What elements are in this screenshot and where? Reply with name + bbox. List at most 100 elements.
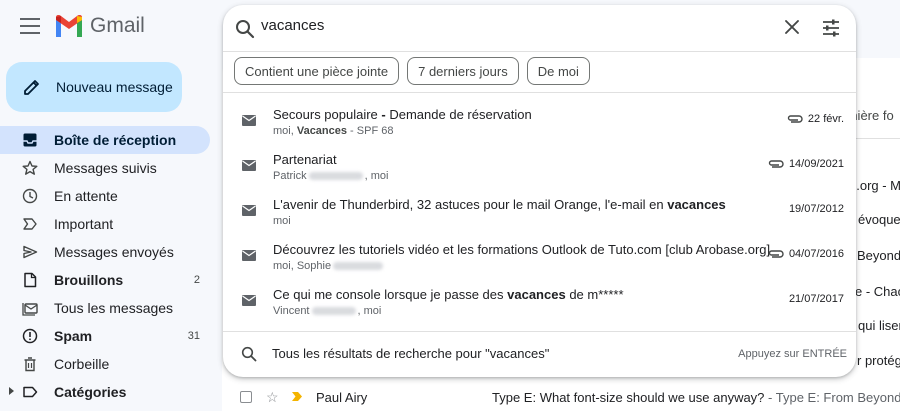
mail-subject-text: Type E: What font-size should we use any…	[492, 389, 765, 405]
sidebar-item-important[interactable]: Important	[0, 210, 210, 238]
result-date: 14/09/2021	[768, 158, 844, 170]
compose-button[interactable]: Nouveau message	[6, 62, 182, 112]
result-date-text: 21/07/2017	[788, 293, 844, 305]
search-result[interactable]: Partenariat Patrick , moi 14/09/2021	[223, 140, 856, 185]
result-participants-text: moi,	[273, 125, 297, 137]
send-icon	[22, 244, 38, 260]
result-title: Découvrez les tutoriels vidéo et les for…	[273, 242, 770, 257]
result-date: 22 févr.	[787, 113, 844, 125]
search-input[interactable]	[261, 17, 761, 34]
result-participants-text: , moi	[364, 170, 389, 182]
result-title: L'avenir de Thunderbird, 32 astuces pour…	[273, 197, 726, 212]
chip-last-7-days[interactable]: 7 derniers jours	[407, 57, 519, 85]
result-date: 04/07/2016	[768, 248, 844, 260]
sidebar-item-sent[interactable]: Messages envoyés	[0, 238, 210, 266]
result-participants-text: moi	[273, 215, 291, 227]
sidebar-item-label: Catégories	[54, 384, 127, 400]
chip-has-attachment[interactable]: Contient une pièce jointe	[234, 57, 400, 85]
mail-icon	[242, 250, 256, 261]
result-date-text: 19/07/2012	[788, 203, 844, 215]
sidebar-item-count: 2	[193, 274, 200, 286]
sidebar-item-trash[interactable]: Corbeille	[0, 350, 210, 378]
spam-icon	[22, 328, 38, 344]
result-participants-highlight: Vacances	[296, 125, 347, 137]
result-title-text: L'avenir de Thunderbird, 32 astuces pour…	[273, 197, 668, 212]
label-icon	[22, 384, 38, 400]
result-title-text: Partenariat	[273, 152, 337, 167]
mail-snippet: évoque	[858, 212, 900, 227]
result-date-text: 14/09/2021	[788, 158, 844, 170]
search-result[interactable]: L'avenir de Thunderbird, 32 astuces pour…	[223, 185, 856, 230]
mail-snippet: e - Chac	[855, 284, 900, 299]
sidebar-item-label: Brouillons	[54, 272, 124, 288]
sidebar-item-snoozed[interactable]: En attente	[0, 182, 210, 210]
result-participants: moi, Sophie	[273, 260, 385, 272]
mail-snippet: qui liser	[858, 318, 900, 333]
result-participants-text: - SPF 68	[347, 125, 394, 137]
mail-row[interactable]: ☆ Paul Airy Type E: What font-size shoul…	[222, 383, 900, 411]
sidebar-item-label: Spam	[54, 328, 93, 344]
clear-search-icon[interactable]	[783, 18, 801, 36]
select-checkbox[interactable]	[240, 391, 252, 403]
main-menu-button[interactable]	[20, 18, 40, 34]
trash-icon	[22, 356, 38, 372]
sidebar-item-count: 31	[187, 330, 200, 342]
sidebar-item-spam[interactable]: Spam 31	[0, 322, 210, 350]
sidebar-item-drafts[interactable]: Brouillons 2	[0, 266, 210, 294]
result-date: 19/07/2012	[789, 203, 844, 215]
important-marker-icon[interactable]	[292, 392, 302, 401]
result-title-highlight: vacances	[507, 287, 566, 302]
attachment-icon	[768, 250, 784, 258]
result-participants-text: moi, Sophie	[273, 260, 332, 272]
mail-snippet: e.org - M	[849, 178, 900, 193]
mail-subject: Type E: What font-size should we use any…	[492, 390, 900, 405]
result-title-text: Découvrez les tutoriels vidéo et les for…	[273, 242, 771, 257]
expand-caret-icon[interactable]	[9, 387, 14, 395]
sidebar-item-label: Important	[54, 216, 114, 232]
mail-snippet: Beyond	[857, 248, 900, 263]
result-title: Partenariat	[273, 152, 337, 167]
sidebar-item-all-mail[interactable]: Tous les messages	[0, 294, 210, 322]
divider	[223, 51, 856, 52]
result-date-text: 22 févr.	[807, 113, 844, 125]
search-result[interactable]: Découvrez les tutoriels vidéo et les for…	[223, 230, 856, 275]
result-title: Secours populaire - Demande de réservati…	[273, 107, 532, 122]
star-icon	[22, 160, 38, 176]
gmail-m-icon	[56, 14, 82, 37]
search-icon[interactable]	[235, 19, 255, 39]
redacted-text	[333, 262, 384, 271]
sidebar-item-label: En attente	[54, 188, 118, 204]
sidebar-item-categories[interactable]: Catégories	[0, 378, 210, 406]
attachment-icon	[768, 160, 784, 168]
gmail-logo[interactable]: Gmail	[54, 14, 145, 38]
search-bar	[223, 5, 856, 51]
search-results: Secours populaire - Demande de réservati…	[223, 95, 856, 320]
sidebar-item-label: Messages envoyés	[54, 244, 174, 260]
result-participants: Patrick , moi	[273, 170, 388, 182]
sidebar-nav: Boîte de réception Messages suivis En at…	[0, 126, 210, 406]
result-participants: moi, Vacances - SPF 68	[273, 125, 393, 137]
redacted-text	[308, 172, 363, 181]
chip-from-me[interactable]: De moi	[526, 57, 590, 85]
all-search-results-link[interactable]: Tous les résultats de recherche pour "va…	[223, 335, 856, 371]
search-options-icon[interactable]	[821, 18, 841, 38]
mail-snippet: r protég	[857, 353, 900, 368]
redacted-text	[311, 307, 356, 316]
search-result[interactable]: Secours populaire - Demande de réservati…	[223, 95, 856, 140]
inbox-icon	[22, 132, 38, 148]
result-participants: Vincent , moi	[273, 305, 381, 317]
sidebar-item-inbox[interactable]: Boîte de réception	[0, 126, 210, 154]
star-icon[interactable]: ☆	[266, 389, 279, 406]
pencil-icon	[24, 80, 39, 95]
sidebar-item-label: Messages suivis	[54, 160, 157, 176]
result-date: 21/07/2017	[789, 293, 844, 305]
result-title-highlight: vacances	[667, 197, 726, 212]
search-result[interactable]: Ce qui me console lorsque je passe des v…	[223, 275, 856, 320]
divider	[223, 92, 856, 93]
sidebar-item-starred[interactable]: Messages suivis	[0, 154, 210, 182]
clock-icon	[22, 188, 38, 204]
sidebar-item-label: Tous les messages	[54, 300, 174, 316]
sidebar-item-label: Boîte de réception	[54, 132, 177, 148]
search-chips: Contient une pièce jointe 7 derniers jou…	[234, 57, 590, 85]
result-participants: moi	[273, 215, 291, 227]
